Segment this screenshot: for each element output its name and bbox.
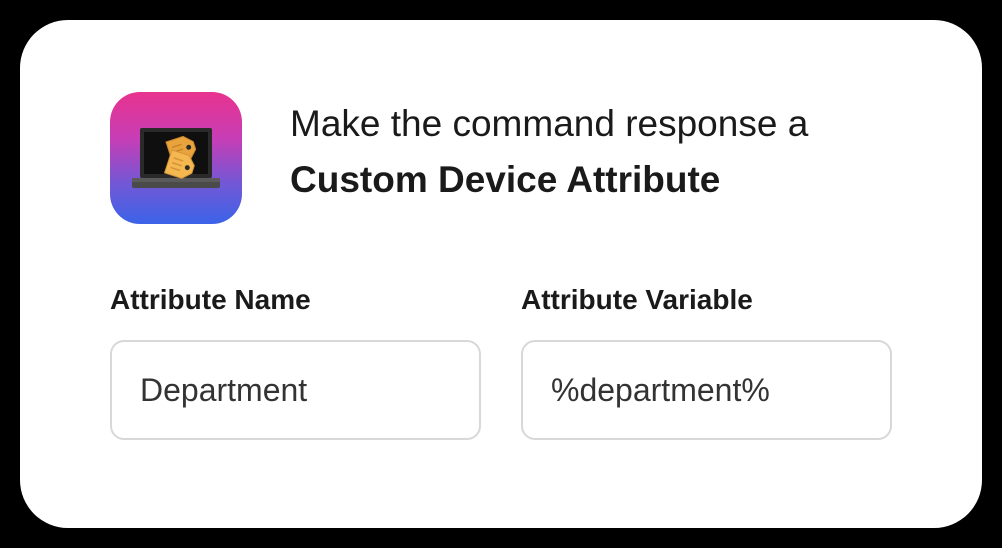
laptop-tags-icon [128,122,224,194]
title-line1: Make the command response a [290,100,808,148]
device-attribute-icon [110,92,242,224]
attribute-name-field: Attribute Name [110,284,481,440]
attribute-variable-input[interactable] [521,340,892,440]
attribute-card: Make the command response a Custom Devic… [20,20,982,528]
title-block: Make the command response a Custom Devic… [290,92,808,204]
attribute-name-label: Attribute Name [110,284,481,316]
card-header: Make the command response a Custom Devic… [110,92,892,224]
title-line2: Custom Device Attribute [290,156,808,204]
attribute-name-input[interactable] [110,340,481,440]
attribute-variable-label: Attribute Variable [521,284,892,316]
attribute-variable-field: Attribute Variable [521,284,892,440]
fields-row: Attribute Name Attribute Variable [110,284,892,440]
